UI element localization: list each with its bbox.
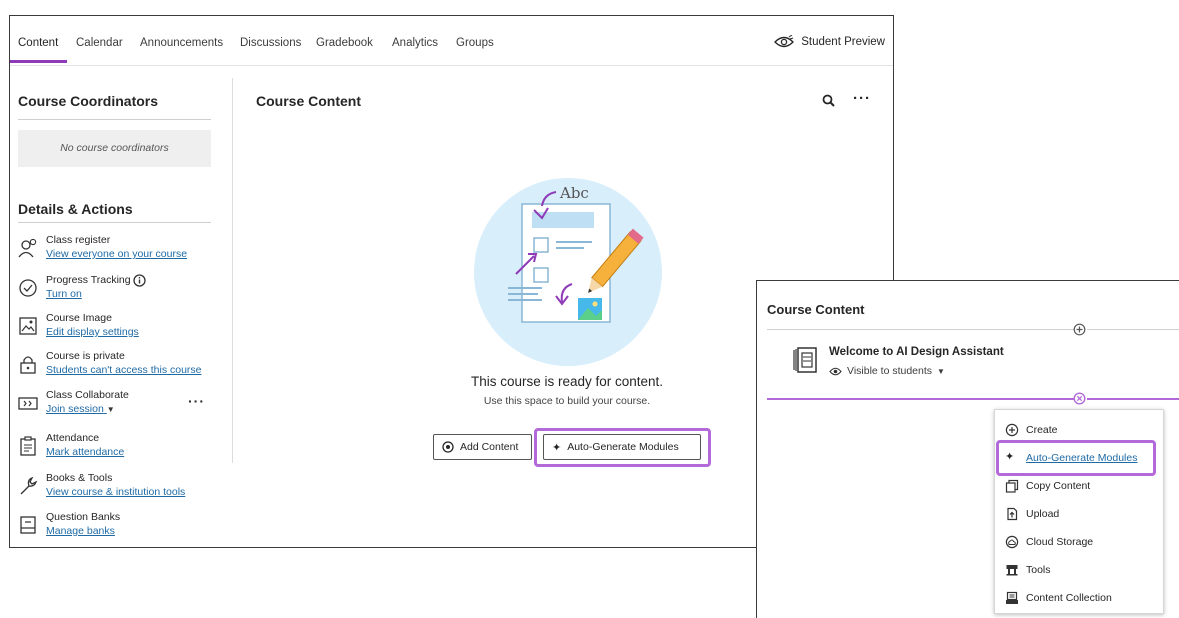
content-item-title[interactable]: Welcome to AI Design Assistant bbox=[829, 346, 1004, 358]
divider bbox=[767, 329, 1077, 330]
auto-generate-modules-button[interactable]: ✦ Auto-Generate Modules bbox=[543, 434, 701, 460]
sparkle-icon: ✦ bbox=[552, 441, 562, 454]
action-question-banks: Question Banks Manage banks bbox=[18, 511, 218, 547]
action-label: Books & Tools bbox=[46, 472, 113, 484]
join-session-label: Join session bbox=[46, 403, 104, 415]
menu-item-label: Content Collection bbox=[1026, 592, 1112, 604]
column-divider bbox=[232, 78, 233, 463]
student-preview-button[interactable]: Student Preview bbox=[773, 35, 885, 49]
highlight-outline bbox=[996, 440, 1156, 476]
action-books-tools: Books & Tools View course & institution … bbox=[18, 472, 218, 508]
tab-calendar[interactable]: Calendar bbox=[76, 37, 123, 49]
more-options-icon[interactable]: ··· bbox=[188, 393, 205, 409]
manage-banks-link[interactable]: Manage banks bbox=[46, 525, 115, 537]
action-attendance: Attendance Mark attendance bbox=[18, 432, 218, 468]
menu-item-cloud-storage[interactable]: Cloud Storage bbox=[995, 531, 1163, 555]
insert-line bbox=[767, 398, 1077, 400]
menu-item-copy-content[interactable]: Copy Content bbox=[995, 475, 1163, 499]
tab-analytics[interactable]: Analytics bbox=[392, 37, 438, 49]
add-content-menu: Create ✦ Auto-Generate Modules Copy Cont… bbox=[994, 409, 1164, 614]
tab-content[interactable]: Content bbox=[18, 37, 58, 49]
details-actions-heading: Details & Actions bbox=[18, 201, 133, 217]
auto-generate-label: Auto-Generate Modules bbox=[567, 441, 679, 453]
image-icon bbox=[19, 317, 37, 335]
content-collection-icon bbox=[1006, 591, 1018, 604]
add-item-icon[interactable] bbox=[1073, 323, 1086, 336]
visibility-dropdown[interactable]: Visible to students ▼ bbox=[829, 365, 945, 377]
chevron-down-icon: ▼ bbox=[937, 366, 945, 376]
menu-item-tools[interactable]: Tools bbox=[995, 559, 1163, 583]
action-course-image: Course Image Edit display settings bbox=[18, 312, 218, 348]
question-bank-icon bbox=[20, 516, 36, 534]
eye-icon bbox=[829, 367, 842, 375]
student-preview-label: Student Preview bbox=[801, 36, 885, 48]
action-label: Class register bbox=[46, 234, 111, 246]
turn-on-link[interactable]: Turn on bbox=[46, 288, 82, 300]
add-item-active-icon[interactable] bbox=[1073, 392, 1086, 405]
people-icon bbox=[18, 238, 37, 258]
visibility-label: Visible to students bbox=[847, 365, 933, 377]
insert-line bbox=[1087, 398, 1179, 400]
action-class-register: Class register View everyone on your cou… bbox=[18, 234, 218, 270]
upload-icon bbox=[1007, 507, 1018, 521]
collaborate-icon bbox=[18, 397, 38, 410]
active-tab-indicator bbox=[10, 60, 67, 63]
divider bbox=[1087, 329, 1179, 330]
menu-item-content-collection[interactable]: Content Collection bbox=[995, 587, 1163, 611]
illustration-abc-text: Abc bbox=[559, 184, 589, 202]
mark-attendance-link[interactable]: Mark attendance bbox=[46, 446, 124, 458]
cloud-icon bbox=[1005, 535, 1019, 549]
action-label: Class Collaborate bbox=[46, 389, 129, 401]
menu-item-label: Cloud Storage bbox=[1026, 536, 1094, 548]
action-label: Course is private bbox=[46, 350, 125, 362]
add-content-button[interactable]: Add Content bbox=[433, 434, 532, 460]
menu-item-label: Create bbox=[1026, 424, 1058, 436]
tab-groups[interactable]: Groups bbox=[456, 37, 494, 49]
more-options-icon[interactable]: ··· bbox=[853, 90, 871, 107]
empty-state-title: This course is ready for content. bbox=[470, 374, 664, 389]
tab-announcements[interactable]: Announcements bbox=[140, 37, 223, 49]
copy-icon bbox=[1005, 479, 1019, 493]
no-coordinators-box: No course coordinators bbox=[18, 130, 211, 167]
wrench-icon bbox=[20, 476, 38, 495]
plus-circle-icon bbox=[1005, 423, 1019, 437]
action-label: Attendance bbox=[46, 432, 100, 444]
menu-item-upload[interactable]: Upload bbox=[995, 503, 1163, 527]
menu-item-label: Upload bbox=[1026, 508, 1060, 520]
view-everyone-link[interactable]: View everyone on your course bbox=[46, 248, 187, 260]
edit-display-settings-link[interactable]: Edit display settings bbox=[46, 326, 139, 338]
chevron-down-icon: ▼ bbox=[106, 405, 115, 414]
divider bbox=[18, 222, 211, 223]
attendance-icon bbox=[20, 436, 36, 456]
tab-discussions[interactable]: Discussions bbox=[240, 37, 301, 49]
action-label: Course Image bbox=[46, 312, 112, 324]
action-progress-tracking: Progress Tracking Turn on bbox=[18, 274, 218, 310]
document-icon bbox=[793, 347, 817, 373]
students-cant-access-link[interactable]: Students can't access this course bbox=[46, 364, 202, 376]
course-content-zoom-panel: Course Content Welcome to AI Design Assi… bbox=[756, 280, 1179, 618]
empty-state-subtitle: Use this space to build your course. bbox=[483, 395, 651, 407]
search-icon[interactable] bbox=[822, 94, 835, 107]
info-icon[interactable] bbox=[133, 274, 146, 287]
student-preview-icon bbox=[774, 35, 795, 48]
course-content-heading: Course Content bbox=[256, 93, 361, 109]
join-session-link[interactable]: Join session ▼ bbox=[46, 403, 115, 415]
add-content-label: Add Content bbox=[460, 441, 519, 453]
check-circle-icon bbox=[19, 279, 37, 297]
action-label: Question Banks bbox=[46, 511, 121, 523]
empty-course-illustration: Abc bbox=[474, 178, 662, 366]
tools-icon bbox=[1006, 565, 1018, 576]
menu-item-label: Copy Content bbox=[1026, 480, 1091, 492]
lock-icon bbox=[20, 356, 36, 374]
divider bbox=[18, 119, 211, 120]
menu-item-label: Tools bbox=[1026, 564, 1051, 576]
tab-gradebook[interactable]: Gradebook bbox=[316, 37, 373, 49]
course-coordinators-heading: Course Coordinators bbox=[18, 93, 159, 109]
course-tab-bar: Content Calendar Announcements Discussio… bbox=[10, 16, 893, 66]
plus-circle-icon bbox=[442, 441, 454, 453]
action-label: Progress Tracking bbox=[46, 274, 131, 286]
view-tools-link[interactable]: View course & institution tools bbox=[46, 486, 185, 498]
course-content-heading: Course Content bbox=[767, 302, 865, 317]
action-course-private: Course is private Students can't access … bbox=[18, 350, 218, 386]
